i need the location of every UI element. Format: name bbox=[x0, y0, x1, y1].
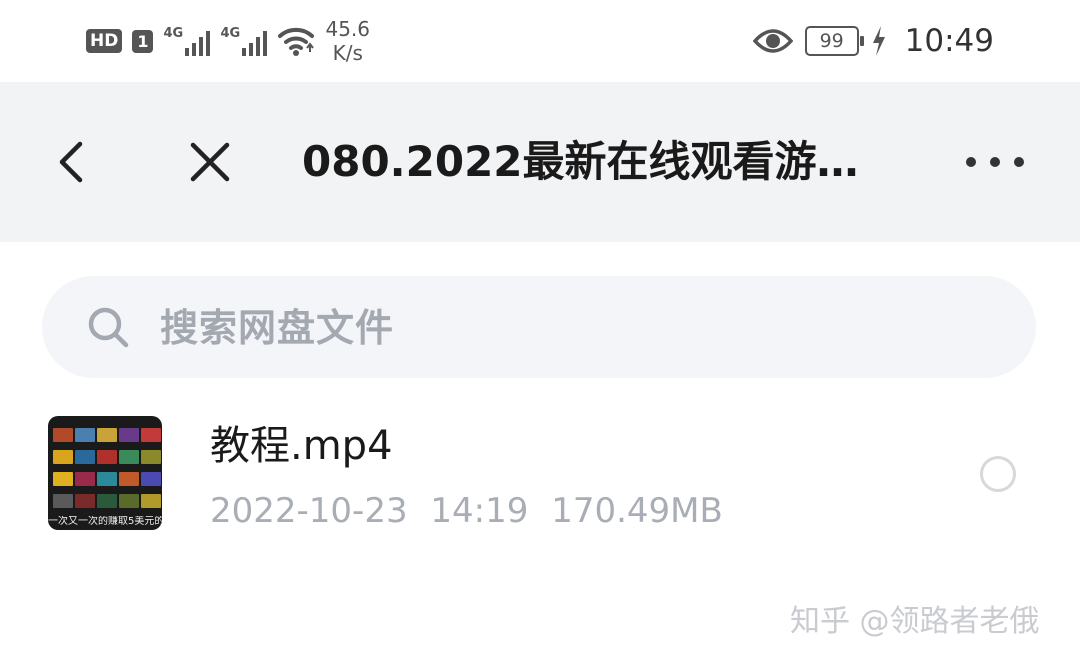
close-button[interactable] bbox=[184, 134, 236, 190]
signal-icon: 4G bbox=[163, 26, 211, 56]
charging-icon bbox=[872, 26, 885, 56]
page-title: 080.2022最新在线观看游… bbox=[302, 137, 859, 186]
sim-badge: 1 bbox=[132, 29, 154, 53]
battery-icon: 99 bbox=[804, 26, 864, 56]
more-icon-dot bbox=[966, 157, 976, 167]
file-list-item[interactable]: 一次又一次的赚取5美元的 教程.mp4 2022-10-23 14:19 170… bbox=[0, 400, 1080, 540]
search-icon bbox=[88, 307, 129, 348]
network-speed-unit: K/s bbox=[332, 41, 363, 65]
network-type-label: 4G bbox=[220, 26, 241, 41]
wifi-icon bbox=[278, 27, 315, 56]
signal-icon: 4G bbox=[220, 26, 268, 56]
more-icon-dot bbox=[1014, 157, 1024, 167]
watermark: 知乎 @领路者老俄 bbox=[790, 604, 1040, 639]
clock: 10:49 bbox=[904, 23, 994, 59]
search-placeholder: 搜索网盘文件 bbox=[160, 306, 395, 350]
file-name: 教程.mp4 bbox=[210, 423, 393, 469]
back-icon bbox=[59, 141, 83, 183]
battery-level: 99 bbox=[819, 30, 844, 52]
close-icon bbox=[190, 142, 230, 182]
screen: HD 1 4G 4G 45.6 K/s 99 10:49 080.2022最新在… bbox=[0, 0, 1080, 661]
file-meta: 2022-10-23 14:19 170.49MB bbox=[210, 488, 723, 534]
video-thumbnail: 一次又一次的赚取5美元的 bbox=[48, 416, 162, 530]
network-speed-value: 45.6 bbox=[325, 17, 371, 41]
hd-badge: HD bbox=[86, 29, 123, 53]
more-icon-dot bbox=[990, 157, 1000, 167]
back-button[interactable] bbox=[48, 134, 96, 190]
more-button[interactable] bbox=[966, 144, 1024, 180]
network-type-label: 4G bbox=[163, 26, 184, 41]
status-left: HD 1 4G 4G 45.6 K/s bbox=[86, 14, 370, 68]
select-radio[interactable] bbox=[980, 456, 1016, 492]
status-bar: HD 1 4G 4G 45.6 K/s 99 10:49 bbox=[0, 0, 1080, 82]
file-date: 2022-10-23 bbox=[210, 491, 408, 531]
nav-bar: 080.2022最新在线观看游… bbox=[0, 82, 1080, 242]
network-speed: 45.6 K/s bbox=[325, 17, 370, 65]
eye-icon bbox=[752, 29, 793, 53]
thumbnail-caption: 一次又一次的赚取5美元的 bbox=[48, 516, 162, 527]
status-right: 99 10:49 bbox=[752, 16, 994, 66]
file-time: 14:19 bbox=[430, 491, 529, 531]
file-size: 170.49MB bbox=[551, 491, 723, 531]
